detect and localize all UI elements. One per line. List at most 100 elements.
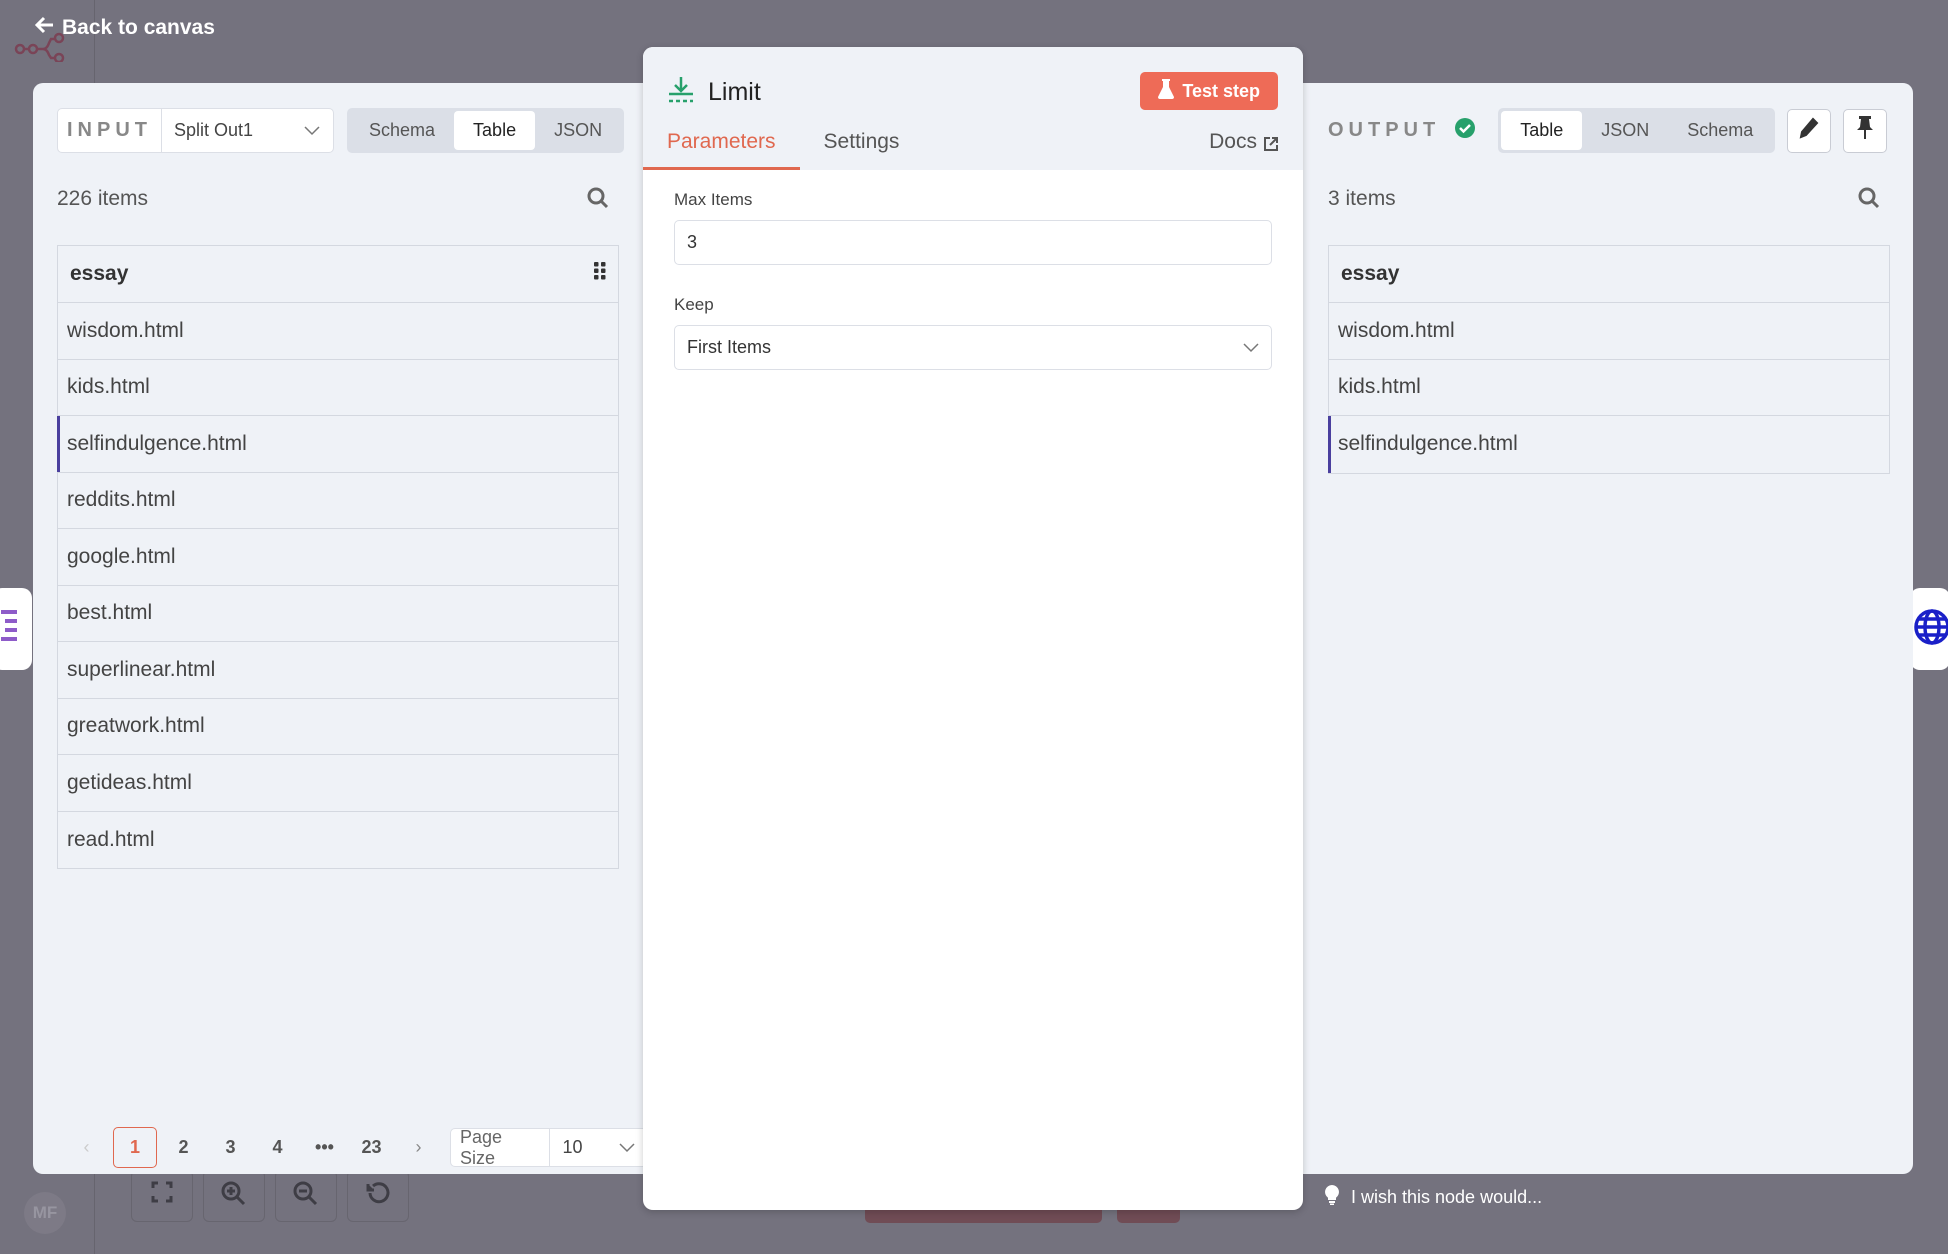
node-header: Limit Test step Parameters Settings Docs bbox=[643, 47, 1303, 170]
external-link-icon bbox=[1263, 130, 1279, 158]
previous-node-tab[interactable] bbox=[0, 588, 32, 670]
drag-handle-icon[interactable] bbox=[594, 262, 606, 286]
node-tabs: Parameters Settings Docs bbox=[643, 130, 1303, 170]
input-view-switcher: Schema Table JSON bbox=[347, 108, 625, 153]
next-node-tab[interactable] bbox=[1910, 588, 1948, 670]
canvas-controls bbox=[131, 1170, 409, 1222]
output-view-table[interactable]: Table bbox=[1501, 111, 1583, 150]
output-item-count: 3 items bbox=[1328, 187, 1396, 210]
test-step-label: Test step bbox=[1182, 80, 1260, 101]
zoom-out-button[interactable] bbox=[275, 1170, 337, 1222]
input-table: essay wisdom.html kids.html selfindulgen… bbox=[57, 245, 619, 869]
page-2-button[interactable]: 2 bbox=[160, 1127, 207, 1168]
zoom-in-icon bbox=[221, 1181, 247, 1212]
globe-icon bbox=[1910, 607, 1948, 652]
user-avatar[interactable]: MF bbox=[24, 1192, 66, 1234]
max-items-label: Max Items bbox=[674, 190, 753, 209]
page-1-button[interactable]: 1 bbox=[113, 1127, 157, 1168]
max-items-input[interactable]: 3 bbox=[674, 220, 1272, 265]
test-step-button[interactable]: Test step bbox=[1140, 72, 1278, 110]
input-column-header[interactable]: essay bbox=[58, 246, 618, 303]
table-row[interactable]: greatwork.html bbox=[58, 699, 618, 755]
output-view-schema[interactable]: Schema bbox=[1668, 111, 1772, 150]
chevron-down-icon bbox=[1243, 337, 1259, 358]
table-row-highlighted[interactable]: selfindulgence.html bbox=[1328, 416, 1889, 473]
table-row[interactable]: reddits.html bbox=[58, 473, 618, 529]
zoom-in-button[interactable] bbox=[203, 1170, 265, 1222]
page-3-button[interactable]: 3 bbox=[207, 1127, 254, 1168]
node-settings-panel: Limit Test step Parameters Settings Docs… bbox=[643, 47, 1303, 1210]
output-column-header[interactable]: essay bbox=[1329, 246, 1889, 303]
success-check-icon bbox=[1454, 117, 1476, 144]
node-feedback-link[interactable]: I wish this node would... bbox=[1325, 1185, 1542, 1210]
input-node-name: Split Out1 bbox=[174, 120, 254, 140]
pin-icon bbox=[1856, 116, 1874, 145]
list-icon bbox=[1, 607, 23, 652]
input-view-json[interactable]: JSON bbox=[535, 111, 621, 150]
pin-output-button[interactable] bbox=[1843, 108, 1888, 153]
input-label: INPUT bbox=[58, 109, 162, 152]
input-item-count: 226 items bbox=[57, 187, 149, 210]
keep-label: Keep bbox=[674, 295, 714, 314]
table-row[interactable]: best.html bbox=[58, 586, 618, 642]
limit-node-icon bbox=[667, 75, 695, 110]
node-title: Limit bbox=[708, 78, 761, 106]
max-items-value: 3 bbox=[687, 232, 698, 252]
page-23-button[interactable]: 23 bbox=[348, 1127, 395, 1168]
table-row[interactable]: getideas.html bbox=[58, 755, 618, 812]
next-page-button[interactable]: › bbox=[395, 1127, 442, 1168]
output-view-json[interactable]: JSON bbox=[1582, 111, 1668, 150]
docs-label: Docs bbox=[1209, 130, 1257, 153]
page-4-button[interactable]: 4 bbox=[254, 1127, 301, 1168]
output-header: OUTPUT Table JSON Schema bbox=[1328, 108, 1888, 153]
feedback-text: I wish this node would... bbox=[1351, 1187, 1543, 1207]
input-view-table[interactable]: Table bbox=[454, 111, 536, 150]
input-panel: INPUT Split Out1 Schema Table JSON 226 i… bbox=[33, 83, 648, 1174]
more-pages-button[interactable]: ••• bbox=[301, 1127, 348, 1168]
output-view-switcher: Table JSON Schema bbox=[1498, 108, 1776, 153]
input-header: INPUT Split Out1 Schema Table JSON bbox=[57, 108, 625, 153]
reset-zoom-button[interactable] bbox=[347, 1170, 409, 1222]
fit-view-button[interactable] bbox=[131, 1170, 193, 1222]
input-view-schema[interactable]: Schema bbox=[350, 111, 454, 150]
zoom-out-icon bbox=[293, 1181, 319, 1212]
table-row[interactable]: wisdom.html bbox=[58, 303, 618, 360]
column-name: essay bbox=[70, 262, 129, 285]
table-row[interactable]: kids.html bbox=[1329, 360, 1889, 416]
column-name: essay bbox=[1341, 262, 1400, 285]
page-size-select[interactable]: Page Size 10 bbox=[450, 1127, 648, 1168]
flask-icon bbox=[1158, 78, 1175, 104]
table-row[interactable]: wisdom.html bbox=[1329, 303, 1889, 360]
tab-parameters[interactable]: Parameters bbox=[643, 130, 800, 170]
table-row[interactable]: kids.html bbox=[58, 360, 618, 416]
chevron-down-icon bbox=[304, 120, 320, 141]
page-size-label: Page Size bbox=[451, 1127, 551, 1168]
keep-select[interactable]: First Items bbox=[674, 325, 1272, 370]
back-to-canvas-link[interactable]: Back to canvas bbox=[34, 16, 215, 40]
table-row-highlighted[interactable]: selfindulgence.html bbox=[57, 416, 618, 473]
input-node-selector[interactable]: INPUT Split Out1 bbox=[57, 108, 334, 153]
table-row[interactable]: google.html bbox=[58, 529, 618, 586]
lightbulb-icon bbox=[1325, 1185, 1339, 1210]
arrow-left-icon bbox=[34, 16, 54, 40]
output-search-icon[interactable] bbox=[1858, 187, 1880, 214]
fullscreen-icon bbox=[151, 1181, 173, 1208]
page-size-value: 10 bbox=[562, 1137, 583, 1157]
pagination: ‹ 1 2 3 4 ••• 23 › Page Size 10 bbox=[63, 1127, 648, 1168]
node-parameters: Max Items 3 Keep First Items bbox=[643, 170, 1303, 420]
undo-icon bbox=[365, 1181, 391, 1212]
table-row[interactable]: superlinear.html bbox=[58, 642, 618, 699]
table-row[interactable]: read.html bbox=[58, 812, 618, 869]
output-table: essay wisdom.html kids.html selfindulgen… bbox=[1328, 245, 1890, 474]
output-panel: OUTPUT Table JSON Schema 3 items essay w… bbox=[1298, 83, 1913, 1174]
prev-page-button[interactable]: ‹ bbox=[63, 1127, 110, 1168]
output-label: OUTPUT bbox=[1328, 119, 1441, 141]
back-label: Back to canvas bbox=[62, 16, 215, 39]
pencil-icon bbox=[1799, 117, 1819, 144]
keep-value: First Items bbox=[687, 337, 771, 357]
input-search-icon[interactable] bbox=[587, 187, 609, 214]
chevron-down-icon bbox=[619, 1137, 635, 1158]
docs-link[interactable]: Docs bbox=[1209, 130, 1279, 158]
edit-output-button[interactable] bbox=[1787, 108, 1832, 153]
tab-settings[interactable]: Settings bbox=[800, 130, 924, 170]
